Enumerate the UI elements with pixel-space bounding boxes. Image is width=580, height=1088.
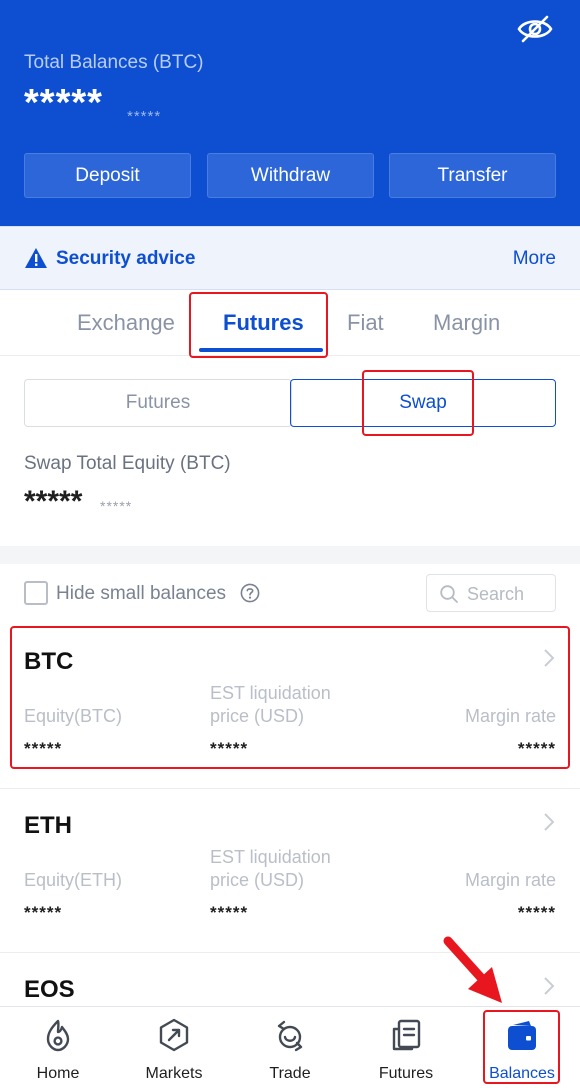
warning-icon <box>25 248 47 268</box>
total-balances-fiat-value: ***** <box>127 108 162 125</box>
btc-row-highlight <box>10 626 570 769</box>
transfer-button[interactable]: Transfer <box>389 153 556 198</box>
liquidation-label-line1: EST liquidation <box>210 847 331 867</box>
nav-futures[interactable]: Futures <box>348 1007 464 1088</box>
help-icon[interactable] <box>240 583 260 603</box>
security-advice-text: Security advice <box>56 248 196 269</box>
swap-equity-fiat-value: ***** <box>100 498 133 514</box>
nav-trade-label: Trade <box>269 1065 311 1082</box>
asset-name: ETH <box>24 812 72 839</box>
security-advice-banner[interactable]: Security advice More <box>0 226 580 290</box>
tab-margin[interactable]: Margin <box>433 310 500 336</box>
liquidation-label-line2: price (USD) <box>210 870 305 890</box>
futures-segment[interactable]: Futures <box>24 379 292 427</box>
security-more-link[interactable]: More <box>513 248 556 270</box>
deposit-button[interactable]: Deposit <box>24 153 191 198</box>
nav-home[interactable]: Home <box>0 1007 116 1088</box>
search-input[interactable]: Search <box>426 574 556 612</box>
liquidation-price-value: ***** <box>210 903 249 922</box>
swap-equity-value: ***** <box>24 485 83 518</box>
total-balances-label: Total Balances (BTC) <box>24 52 204 73</box>
equity-label: Equity(ETH) <box>24 870 123 890</box>
equity-value: ***** <box>24 903 63 922</box>
nav-markets-label: Markets <box>145 1065 203 1082</box>
balance-header: Total Balances (BTC) ***** ***** Deposit… <box>0 0 580 226</box>
hide-small-balances-checkbox[interactable] <box>24 581 48 605</box>
total-balances-value: ***** <box>24 82 103 124</box>
tab-exchange[interactable]: Exchange <box>77 310 175 336</box>
chevron-right-icon <box>544 977 555 995</box>
asset-row-eth[interactable]: ETH Equity(ETH) EST liquidation price (U… <box>0 789 580 953</box>
hide-small-balances-label[interactable]: Hide small balances <box>56 583 226 605</box>
withdraw-button[interactable]: Withdraw <box>207 153 374 198</box>
document-icon <box>392 1019 421 1051</box>
section-divider <box>0 546 580 564</box>
search-placeholder: Search <box>467 584 525 604</box>
asset-name: EOS <box>24 976 75 1003</box>
swap-segment-highlight <box>362 370 474 436</box>
red-arrow-icon <box>443 936 502 1003</box>
margin-rate-value: ***** <box>517 903 556 922</box>
nav-futures-label: Futures <box>378 1065 434 1082</box>
flame-icon <box>46 1019 70 1052</box>
chevron-right-icon <box>544 813 555 831</box>
swap-equity-label: Swap Total Equity (BTC) <box>24 453 231 474</box>
compass-icon <box>159 1018 189 1052</box>
nav-markets[interactable]: Markets <box>116 1007 232 1088</box>
hide-balance-eye-icon[interactable] <box>516 14 554 44</box>
tab-fiat[interactable]: Fiat <box>347 310 384 336</box>
search-icon <box>440 585 458 603</box>
balances-nav-highlight <box>483 1010 560 1084</box>
nav-home-label: Home <box>36 1065 80 1082</box>
futures-tab-highlight <box>189 292 328 358</box>
nav-trade[interactable]: Trade <box>232 1007 348 1088</box>
margin-rate-label: Margin rate <box>464 870 556 890</box>
trade-icon <box>277 1020 303 1052</box>
